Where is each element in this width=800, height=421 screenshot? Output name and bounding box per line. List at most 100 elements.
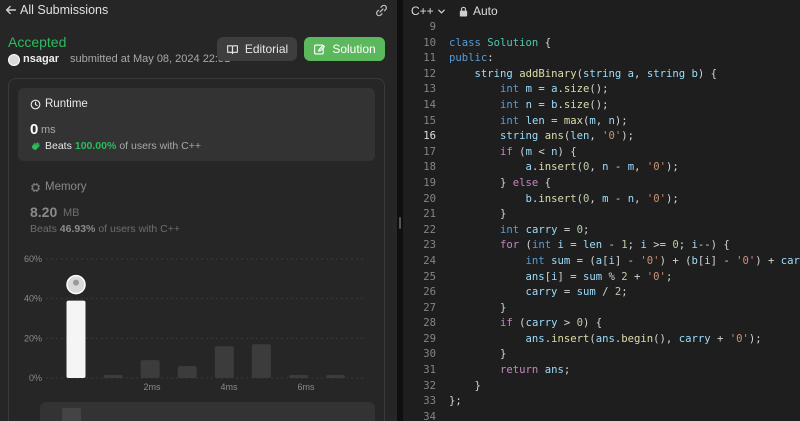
line-number: 17	[423, 145, 436, 158]
code-editor-panel: C++ Auto 9 10 class Solution {11 public: 12 …	[403, 0, 800, 421]
memory-beats-suffix: of users with C++	[98, 223, 181, 235]
code-line[interactable]: 9	[403, 20, 800, 36]
chart-bar	[288, 375, 308, 378]
memory-value: 8.20	[30, 204, 58, 220]
code-line[interactable]: 19 } else {	[403, 176, 800, 192]
code-line[interactable]: 11 public:	[403, 51, 800, 67]
username-link[interactable]: nsagar	[23, 53, 59, 65]
code-line[interactable]: 15 int len = max(m, n);	[403, 114, 800, 130]
code-line[interactable]: 13 int m = a.size();	[403, 82, 800, 98]
code-text: a.insert(0, n - m, '0');	[525, 161, 679, 174]
code-line[interactable]: 27 }	[403, 301, 800, 317]
solution-button[interactable]: Solution	[304, 37, 385, 61]
line-number: 12	[423, 67, 436, 80]
code-line[interactable]: 30 }	[403, 347, 800, 363]
code-line[interactable]: 31 return ans;	[403, 363, 800, 379]
code-text: int len = max(m, n);	[500, 114, 628, 127]
chart-bar	[177, 366, 197, 378]
code-line[interactable]: 26 carry = sum / 2;	[403, 285, 800, 301]
language-selector-label: C++	[411, 4, 434, 18]
code-preview-card[interactable]	[40, 402, 375, 421]
line-number: 27	[423, 301, 436, 314]
editorial-button-label: Editorial	[244, 42, 289, 56]
line-number: 31	[423, 364, 436, 377]
code-text: public:	[449, 52, 494, 65]
code-line[interactable]: 28 if (carry > 0) {	[403, 316, 800, 332]
code-line[interactable]: 21 }	[403, 207, 800, 223]
line-number: 15	[423, 114, 436, 127]
runtime-value: 0	[30, 121, 39, 138]
code-line[interactable]: 29 ans.insert(ans.begin(), carry + '0');	[403, 332, 800, 348]
edit-pencil-icon	[314, 43, 326, 55]
all-submissions-link[interactable]: All Submissions	[20, 3, 108, 17]
code-line[interactable]: 33};	[403, 394, 800, 410]
line-number: 9	[429, 21, 436, 33]
code-line[interactable]: 17 if (m < n) {	[403, 145, 800, 161]
chart-x-tick-label: 4ms	[220, 382, 238, 392]
chart-bar	[140, 360, 160, 378]
code-text: int sum = (a[i] - '0') + (b[i] - '0') + …	[525, 254, 800, 267]
chart-x-tick-label: 2ms	[143, 382, 161, 392]
share-link-icon[interactable]	[374, 3, 389, 18]
line-number: 23	[423, 239, 436, 252]
back-arrow-icon[interactable]	[4, 3, 18, 17]
code-line[interactable]: 18 a.insert(0, n - m, '0');	[403, 160, 800, 176]
lock-icon	[459, 6, 468, 17]
chart-x-tick-label: 6ms	[297, 382, 315, 392]
chart-y-tick-label: 20%	[24, 333, 42, 343]
code-line[interactable]: 20 b.insert(0, m - n, '0');	[403, 192, 800, 208]
code-text: ans.insert(ans.begin(), carry + '0');	[525, 332, 762, 345]
clap-icon	[31, 141, 40, 150]
code-text: int n = b.size();	[500, 98, 609, 111]
runtime-label-text: Runtime	[45, 98, 88, 110]
chart-user-avatar-head	[73, 279, 79, 286]
chart-bar	[326, 375, 346, 378]
editorial-button[interactable]: Editorial	[217, 37, 297, 61]
memory-label[interactable]: Memory	[30, 181, 87, 193]
code-editor[interactable]: 9 10 class Solution {11 public: 12 string ad…	[403, 20, 800, 421]
pane-resize-handle[interactable]	[399, 217, 401, 229]
code-text: };	[449, 395, 462, 408]
line-number: 30	[423, 348, 436, 361]
code-text: if (carry > 0) {	[500, 317, 603, 330]
line-number: 11	[423, 52, 436, 65]
line-number: 33	[423, 395, 436, 408]
chart-bar	[251, 344, 271, 378]
line-number: 16	[423, 130, 436, 143]
memory-beats: Beats 46.93% of users with C++	[30, 223, 180, 235]
runtime-distribution-svg: 60% 40% 20% 0% 2ms 4ms 6ms	[24, 254, 363, 392]
code-text: for (int i = len - 1; i >= 0; i--) {	[500, 239, 730, 252]
code-line[interactable]: 25 ans[i] = sum % 2 + '0';	[403, 270, 800, 286]
code-line[interactable]: 23 for (int i = len - 1; i >= 0; i--) {	[403, 238, 800, 254]
code-preview-bar	[62, 408, 81, 421]
runtime-distribution-chart[interactable]: 60% 40% 20% 0% 2ms 4ms 6ms	[18, 250, 375, 395]
code-line[interactable]: 34	[403, 410, 800, 421]
language-selector[interactable]: C++	[411, 4, 446, 18]
user-avatar[interactable]	[8, 54, 20, 66]
code-line[interactable]: 32 }	[403, 379, 800, 395]
memory-label-text: Memory	[45, 181, 87, 193]
runtime-beats-percent: 100.00%	[74, 140, 117, 152]
line-number: 25	[423, 270, 436, 283]
solution-button-label: Solution	[332, 42, 376, 56]
code-line[interactable]: 10 class Solution {	[403, 36, 800, 52]
book-icon	[226, 44, 238, 54]
code-line[interactable]: 16 string ans(len, '0');	[403, 129, 800, 145]
auto-mode-toggle[interactable]: Auto	[458, 4, 498, 18]
line-number: 18	[423, 161, 436, 174]
runtime-beats-suffix: of users with C++	[119, 140, 202, 152]
code-line[interactable]: 24 int sum = (a[i] - '0') + (b[i] - '0')…	[403, 254, 800, 270]
code-line[interactable]: 12 string addBinary(string a, string b) …	[403, 67, 800, 83]
code-line[interactable]: 22 int carry = 0;	[403, 223, 800, 239]
code-text: }	[449, 301, 507, 314]
code-line[interactable]: 14 int n = b.size();	[403, 98, 800, 114]
code-text: b.insert(0, m - n, '0');	[525, 192, 679, 205]
code-text: string ans(len, '0');	[500, 130, 635, 143]
code-text: return ans;	[500, 364, 571, 377]
line-number: 28	[423, 317, 436, 330]
code-text: } else {	[449, 176, 552, 189]
chip-icon	[31, 182, 40, 192]
memory-beats-label: Beats	[30, 223, 57, 235]
chart-y-tick-label: 60%	[24, 254, 42, 264]
runtime-beats-label: Beats	[45, 140, 72, 152]
